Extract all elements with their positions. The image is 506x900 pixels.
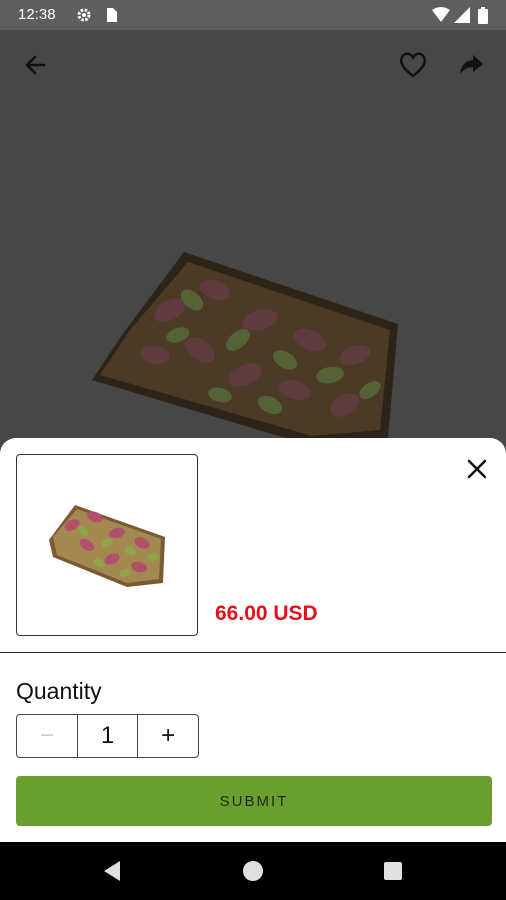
product-thumbnail bbox=[16, 454, 198, 636]
pistachio-bar-thumbnail-image bbox=[49, 505, 165, 587]
product-price: 66.00 USD bbox=[215, 602, 318, 625]
home-circle-icon[interactable] bbox=[240, 858, 266, 884]
back-triangle-icon[interactable] bbox=[100, 858, 126, 884]
add-to-cart-sheet: 66.00 USD Quantity − 1 + SUBMIT bbox=[0, 438, 506, 842]
divider bbox=[0, 652, 506, 653]
navigation-bar bbox=[0, 842, 506, 900]
quantity-stepper: − 1 + bbox=[16, 714, 199, 758]
close-icon[interactable] bbox=[460, 452, 494, 486]
increment-button[interactable]: + bbox=[137, 715, 198, 757]
quantity-value[interactable]: 1 bbox=[76, 715, 138, 757]
settings-icon bbox=[77, 8, 91, 22]
quantity-label: Quantity bbox=[16, 678, 102, 704]
sim-card-icon bbox=[107, 8, 117, 22]
wifi-icon bbox=[432, 7, 450, 22]
share-icon[interactable] bbox=[452, 45, 492, 85]
signal-icon bbox=[454, 7, 470, 23]
submit-button[interactable]: SUBMIT bbox=[16, 776, 492, 826]
decrement-button[interactable]: − bbox=[17, 715, 77, 757]
back-arrow-icon[interactable] bbox=[16, 45, 56, 85]
heart-icon[interactable] bbox=[393, 45, 433, 85]
pistachio-bar-image bbox=[92, 252, 398, 446]
status-time: 12:38 bbox=[18, 6, 56, 23]
recents-square-icon[interactable] bbox=[380, 858, 406, 884]
battery-icon bbox=[478, 7, 488, 24]
status-bar: 12:38 bbox=[0, 0, 506, 30]
